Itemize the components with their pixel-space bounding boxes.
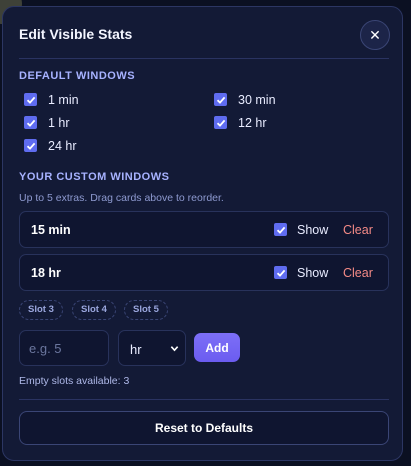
checkbox-12-hr[interactable] xyxy=(214,116,227,129)
footer-divider xyxy=(19,399,389,400)
show-checkbox[interactable] xyxy=(274,266,287,279)
header-divider xyxy=(19,58,389,59)
empty-slots-count: Empty slots available: 3 xyxy=(19,375,130,387)
show-checkbox[interactable] xyxy=(274,223,287,236)
checkmark-icon xyxy=(26,96,35,104)
custom-window-card[interactable]: 18 hr Show Clear xyxy=(19,254,389,291)
window-amount-input[interactable] xyxy=(19,330,109,366)
chevron-down-icon xyxy=(170,346,179,352)
custom-window-label: 18 hr xyxy=(31,266,61,280)
checkbox-label-12-hr: 12 hr xyxy=(238,116,267,130)
add-button[interactable]: Add xyxy=(194,333,240,362)
custom-windows-hint: Up to 5 extras. Drag cards above to reor… xyxy=(19,192,224,204)
checkbox-label-30-min: 30 min xyxy=(238,93,276,107)
unit-select[interactable]: hr xyxy=(118,330,186,366)
clear-button[interactable]: Clear xyxy=(343,266,373,280)
custom-windows-heading: YOUR CUSTOM WINDOWS xyxy=(19,171,170,183)
empty-slot-4: Slot 4 xyxy=(72,300,116,320)
custom-window-card[interactable]: 15 min Show Clear xyxy=(19,211,389,248)
checkmark-icon xyxy=(216,96,225,104)
checkmark-icon xyxy=(26,142,35,150)
dialog-title: Edit Visible Stats xyxy=(19,26,133,42)
checkbox-label-1-hr: 1 hr xyxy=(48,116,70,130)
checkmark-icon xyxy=(26,119,35,127)
close-button[interactable]: ✕ xyxy=(360,20,390,50)
edit-visible-stats-dialog: Edit Visible Stats ✕ DEFAULT WINDOWS 1 m… xyxy=(2,6,403,461)
show-label: Show xyxy=(297,223,329,237)
checkbox-30-min[interactable] xyxy=(214,93,227,106)
unit-select-value: hr xyxy=(130,342,142,357)
clear-button[interactable]: Clear xyxy=(343,223,373,237)
empty-slot-3: Slot 3 xyxy=(19,300,63,320)
custom-window-label: 15 min xyxy=(31,223,71,237)
checkmark-icon xyxy=(276,269,285,277)
checkbox-1-min[interactable] xyxy=(24,93,37,106)
checkmark-icon xyxy=(276,226,285,234)
default-windows-heading: DEFAULT WINDOWS xyxy=(19,70,136,82)
checkbox-label-1-min: 1 min xyxy=(48,93,79,107)
show-label: Show xyxy=(297,266,329,280)
close-icon: ✕ xyxy=(369,26,381,43)
checkbox-24-hr[interactable] xyxy=(24,139,37,152)
empty-slot-5: Slot 5 xyxy=(124,300,168,320)
checkmark-icon xyxy=(216,119,225,127)
checkbox-1-hr[interactable] xyxy=(24,116,37,129)
checkbox-label-24-hr: 24 hr xyxy=(48,139,77,153)
reset-to-defaults-button[interactable]: Reset to Defaults xyxy=(19,411,389,445)
